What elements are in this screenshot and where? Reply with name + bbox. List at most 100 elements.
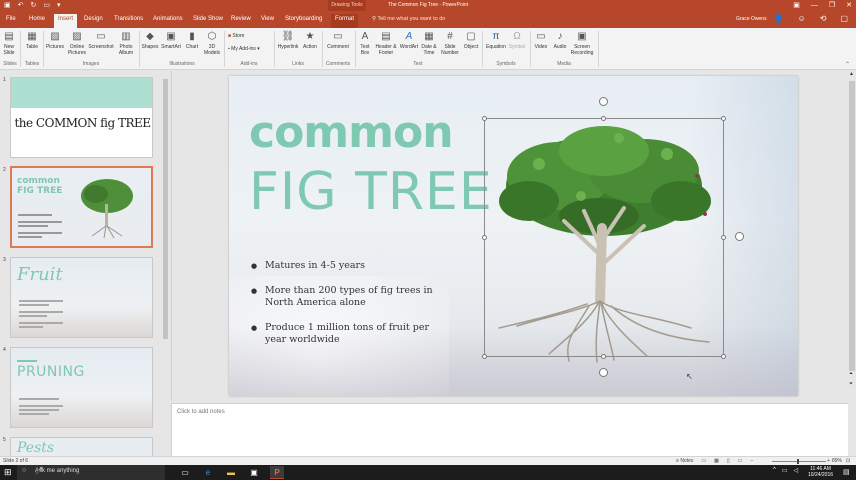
slide-title-line2[interactable]: FIG TREE bbox=[249, 162, 493, 222]
rotate-handle-icon[interactable] bbox=[599, 97, 608, 106]
action-center-icon[interactable]: ▤ bbox=[843, 468, 850, 476]
my-addins-button[interactable]: ▪ My Add-ins ▾ bbox=[228, 46, 272, 53]
audio-button[interactable]: ♪ Audio bbox=[551, 31, 569, 51]
reading-view-icon[interactable]: ▯ bbox=[727, 458, 730, 464]
store-button[interactable]: ■ Store bbox=[228, 33, 268, 40]
file-explorer-icon[interactable]: ▬ bbox=[224, 466, 238, 479]
tab-review[interactable]: Review bbox=[227, 14, 255, 25]
screenshot-button[interactable]: ▭ Screenshot bbox=[88, 31, 114, 51]
thumbnail-scrollbar[interactable] bbox=[162, 71, 169, 456]
thumbnail-slide-2[interactable]: common FIG TREE bbox=[10, 166, 153, 248]
thumbnail-slide-4[interactable]: PRUNING bbox=[10, 347, 153, 428]
table-button[interactable]: ▦ Table bbox=[24, 31, 40, 51]
show-hidden-icon[interactable]: ^ bbox=[773, 467, 776, 474]
history-icon[interactable]: ⟲ bbox=[820, 13, 827, 25]
date-time-button[interactable]: ▦ Date & Time bbox=[420, 31, 438, 56]
resize-handle[interactable] bbox=[482, 235, 487, 240]
resize-handle[interactable] bbox=[721, 235, 726, 240]
zoom-slider[interactable] bbox=[772, 461, 826, 462]
tab-insert[interactable]: Insert bbox=[54, 14, 78, 28]
next-slide-icon[interactable]: ⏷ bbox=[849, 381, 853, 387]
video-button[interactable]: ▭ Video bbox=[532, 31, 550, 51]
slide-title-line1[interactable]: common bbox=[249, 110, 454, 156]
rotate-handle-icon[interactable] bbox=[735, 232, 744, 241]
slide-bullet-list[interactable]: Matures in 4-5 years More than 200 types… bbox=[251, 260, 441, 359]
store-app-icon[interactable]: ▣ bbox=[247, 466, 261, 479]
tab-slide-show[interactable]: Slide Show bbox=[189, 14, 227, 25]
smartart-button[interactable]: ▣ SmartArt bbox=[160, 31, 182, 51]
resize-handle[interactable] bbox=[601, 116, 606, 121]
text-box-button[interactable]: A Text Box bbox=[356, 31, 374, 56]
restore-icon[interactable]: ❐ bbox=[829, 0, 835, 11]
tab-home[interactable]: Home bbox=[25, 14, 49, 25]
resize-handle[interactable] bbox=[721, 354, 726, 359]
zoom-in-icon[interactable]: + bbox=[827, 458, 830, 464]
chart-button[interactable]: ▮ Chart bbox=[184, 31, 200, 51]
equation-button[interactable]: π Equation bbox=[484, 31, 508, 51]
scrollbar-thumb[interactable] bbox=[163, 79, 168, 339]
tab-transitions[interactable]: Transitions bbox=[110, 14, 147, 25]
close-icon[interactable]: ✕ bbox=[846, 0, 852, 11]
system-clock[interactable]: 11:46 AM 10/24/2016 bbox=[808, 466, 833, 478]
tab-storyboarding[interactable]: Storyboarding bbox=[281, 14, 326, 25]
header-footer-button[interactable]: ▤ Header & Footer bbox=[374, 31, 398, 56]
normal-view-icon[interactable]: ▭ bbox=[701, 458, 706, 464]
windows-start-icon[interactable]: ⊞ bbox=[4, 467, 12, 478]
hyperlink-button[interactable]: ⛓ Hyperlink bbox=[277, 31, 299, 51]
tab-design[interactable]: Design bbox=[80, 14, 107, 25]
zoom-out-icon[interactable]: − bbox=[750, 458, 753, 464]
comment-button[interactable]: ▭ Comment bbox=[324, 31, 352, 51]
pictures-button[interactable]: ▨ Pictures bbox=[45, 31, 65, 51]
tab-animations[interactable]: Animations bbox=[149, 14, 187, 25]
shapes-button[interactable]: ◆ Shapes bbox=[141, 31, 159, 51]
photo-album-button[interactable]: ▥ Photo Album bbox=[116, 31, 136, 56]
tell-me-box[interactable]: ⚲ Tell me what you want to do bbox=[372, 14, 445, 25]
thumbnail-slide-3[interactable]: Fruit bbox=[10, 257, 153, 338]
share-icon[interactable]: 👤 bbox=[774, 13, 784, 25]
smiley-icon[interactable]: ☺ bbox=[798, 13, 806, 25]
minimize-icon[interactable]: — bbox=[811, 0, 818, 11]
scroll-up-icon[interactable]: ▲ bbox=[849, 71, 854, 77]
resize-handle[interactable] bbox=[482, 354, 487, 359]
cortana-search-box[interactable]: ○ Ask me anything 🎤 bbox=[17, 465, 165, 480]
resize-handle[interactable] bbox=[601, 354, 606, 359]
slide-number-button[interactable]: # Slide Number bbox=[438, 31, 462, 56]
edge-icon[interactable]: e bbox=[201, 466, 215, 479]
comments-icon[interactable]: ▢ bbox=[840, 13, 848, 25]
object-button[interactable]: ▢ Object bbox=[462, 31, 480, 51]
thumbnail-slide-5[interactable]: Pests bbox=[10, 437, 153, 456]
3d-models-button[interactable]: ⬡ 3D Models bbox=[202, 31, 222, 56]
action-button[interactable]: ★ Action bbox=[301, 31, 319, 51]
symbol-button[interactable]: Ω Symbol bbox=[508, 31, 526, 51]
previous-slide-icon[interactable]: ⏶ bbox=[849, 371, 853, 377]
microphone-icon[interactable]: 🎤 bbox=[35, 467, 159, 475]
tab-view[interactable]: View bbox=[257, 14, 278, 25]
slide-sorter-icon[interactable]: ▦ bbox=[714, 458, 719, 464]
rotate-handle-icon[interactable] bbox=[599, 368, 608, 377]
powerpoint-app-icon[interactable]: P bbox=[270, 466, 284, 479]
fit-slide-icon[interactable]: ⊡ bbox=[846, 458, 850, 464]
notes-toggle[interactable]: ≡ Notes bbox=[676, 458, 693, 464]
scrollbar-thumb[interactable] bbox=[849, 81, 855, 371]
screen-recording-button[interactable]: ▣ Screen Recording bbox=[569, 31, 595, 56]
user-name[interactable]: Grace Owens bbox=[736, 14, 767, 25]
slide-canvas[interactable]: common FIG TREE Matures in 4-5 years Mor… bbox=[229, 76, 798, 396]
task-view-icon[interactable]: ▭ bbox=[178, 466, 192, 479]
resize-handle[interactable] bbox=[482, 116, 487, 121]
network-icon[interactable]: ▭ bbox=[782, 467, 788, 474]
image-selection-frame[interactable] bbox=[484, 118, 724, 357]
zoom-slider-knob[interactable] bbox=[797, 459, 799, 464]
online-pictures-button[interactable]: ▨ Online Pictures bbox=[66, 31, 88, 56]
new-slide-button[interactable]: ▤ New Slide bbox=[1, 31, 17, 56]
notes-pane[interactable]: Click to add notes bbox=[171, 403, 848, 456]
ribbon-display-icon[interactable]: ▣ bbox=[793, 0, 800, 11]
zoom-level[interactable]: 89% bbox=[832, 458, 842, 464]
tab-format[interactable]: Format bbox=[331, 14, 359, 28]
tab-file[interactable]: File bbox=[2, 14, 20, 25]
slide-scrollbar[interactable]: ▲ ⏶ ⏷ bbox=[848, 71, 856, 456]
thumbnail-slide-1[interactable]: the COMMON fig TREE bbox=[10, 77, 153, 158]
wordart-button[interactable]: A WordArt bbox=[398, 31, 420, 51]
collapse-ribbon-icon[interactable]: ⌃ bbox=[845, 61, 850, 68]
slide-show-icon[interactable]: ▭ bbox=[738, 458, 743, 464]
volume-icon[interactable]: ◁ bbox=[794, 467, 799, 474]
